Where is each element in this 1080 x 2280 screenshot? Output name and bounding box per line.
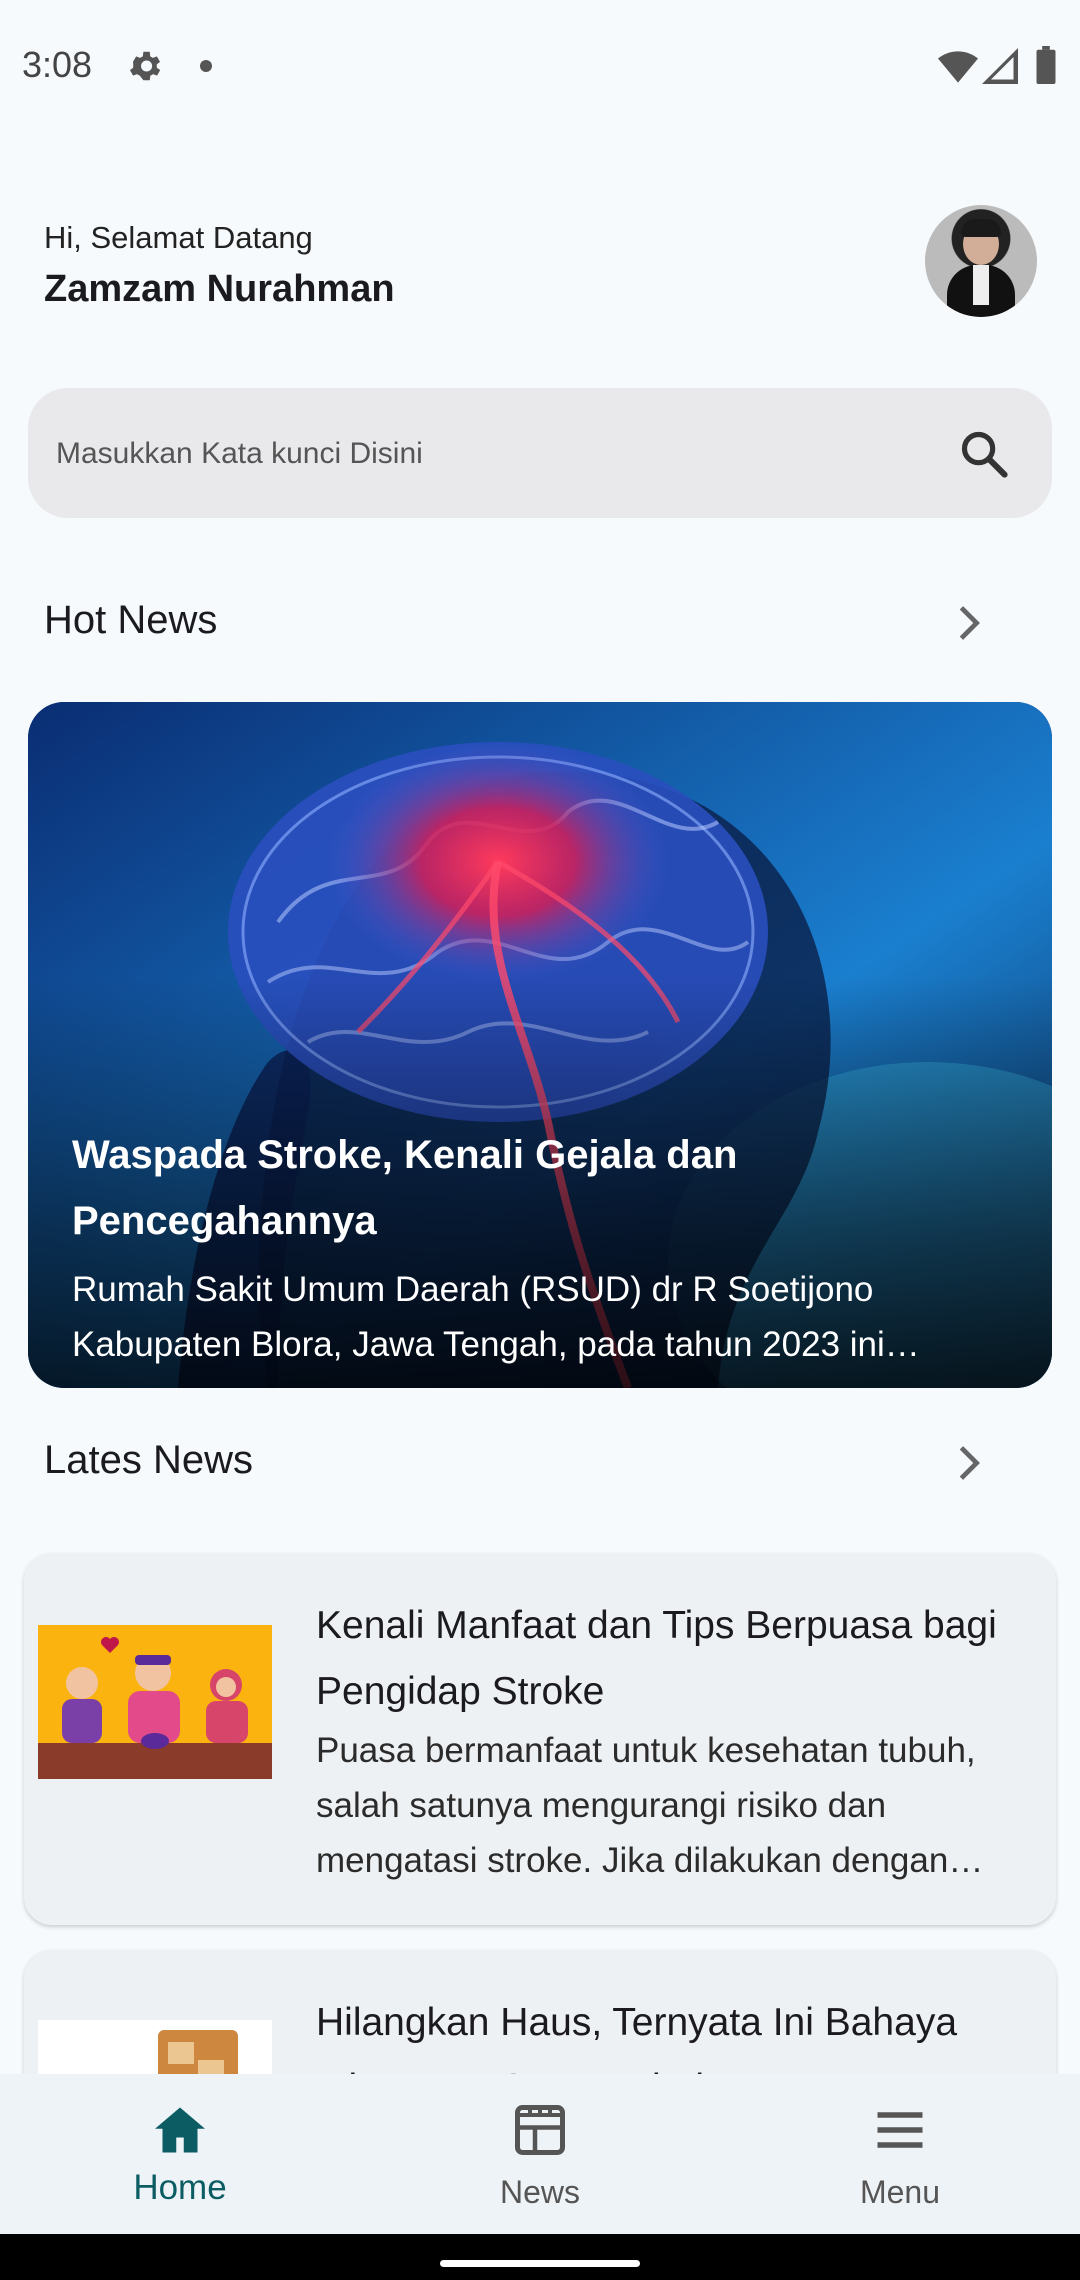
chevron-right-icon[interactable] xyxy=(950,598,988,648)
user-name: Zamzam Nurahman xyxy=(44,268,395,310)
menu-icon xyxy=(877,2112,923,2148)
search-input[interactable] xyxy=(54,388,938,520)
status-time: 3:08 xyxy=(22,44,93,85)
bottom-navigation: Home News Menu xyxy=(0,2074,1080,2234)
nav-news[interactable]: News xyxy=(360,2074,720,2234)
chevron-right-icon[interactable] xyxy=(950,1438,988,1488)
list-item[interactable]: Kenali Manfaat dan Tips Berpuasa bagi Pe… xyxy=(24,1553,1056,1925)
news-description: Puasa bermanfaat untuk kesehatan tubuh, … xyxy=(316,1731,976,1880)
search-bar xyxy=(28,388,1052,520)
battery-icon xyxy=(1036,46,1056,84)
home-icon xyxy=(155,2107,205,2153)
news-title: Kenali Manfaat dan Tips Berpuasa bagi Pe… xyxy=(316,1604,997,1713)
wifi-icon xyxy=(938,51,978,83)
nav-home[interactable]: Home xyxy=(0,2074,360,2234)
nav-label: News xyxy=(499,2174,580,2210)
fasting-family-thumbnail xyxy=(38,1625,272,1779)
nav-label: Home xyxy=(133,2168,227,2207)
nav-menu[interactable]: Menu xyxy=(720,2074,1080,2234)
news-icon xyxy=(515,2105,565,2155)
avatar[interactable] xyxy=(925,205,1037,317)
nav-label: Menu xyxy=(859,2174,941,2210)
gear-icon xyxy=(129,51,161,81)
latest-news-title: Lates News xyxy=(44,1438,253,1482)
signal-icon xyxy=(982,48,1018,84)
system-gesture-area xyxy=(0,2234,1080,2280)
hot-news-title: Hot News xyxy=(44,598,218,642)
hot-news-card[interactable]: Waspada Stroke, Kenali Gejala dan Penceg… xyxy=(28,702,1052,1388)
gesture-handle[interactable] xyxy=(440,2260,640,2267)
greeting-text: Hi, Selamat Datang xyxy=(44,220,313,255)
hot-news-headline: Waspada Stroke, Kenali Gejala dan Penceg… xyxy=(72,1133,738,1243)
hot-news-description: Rumah Sakit Umum Daerah (RSUD) dr R Soet… xyxy=(72,1270,885,1364)
notification-dot-icon xyxy=(200,60,212,72)
status-bar: 3:08 xyxy=(0,0,1080,135)
search-icon[interactable] xyxy=(958,428,1010,480)
